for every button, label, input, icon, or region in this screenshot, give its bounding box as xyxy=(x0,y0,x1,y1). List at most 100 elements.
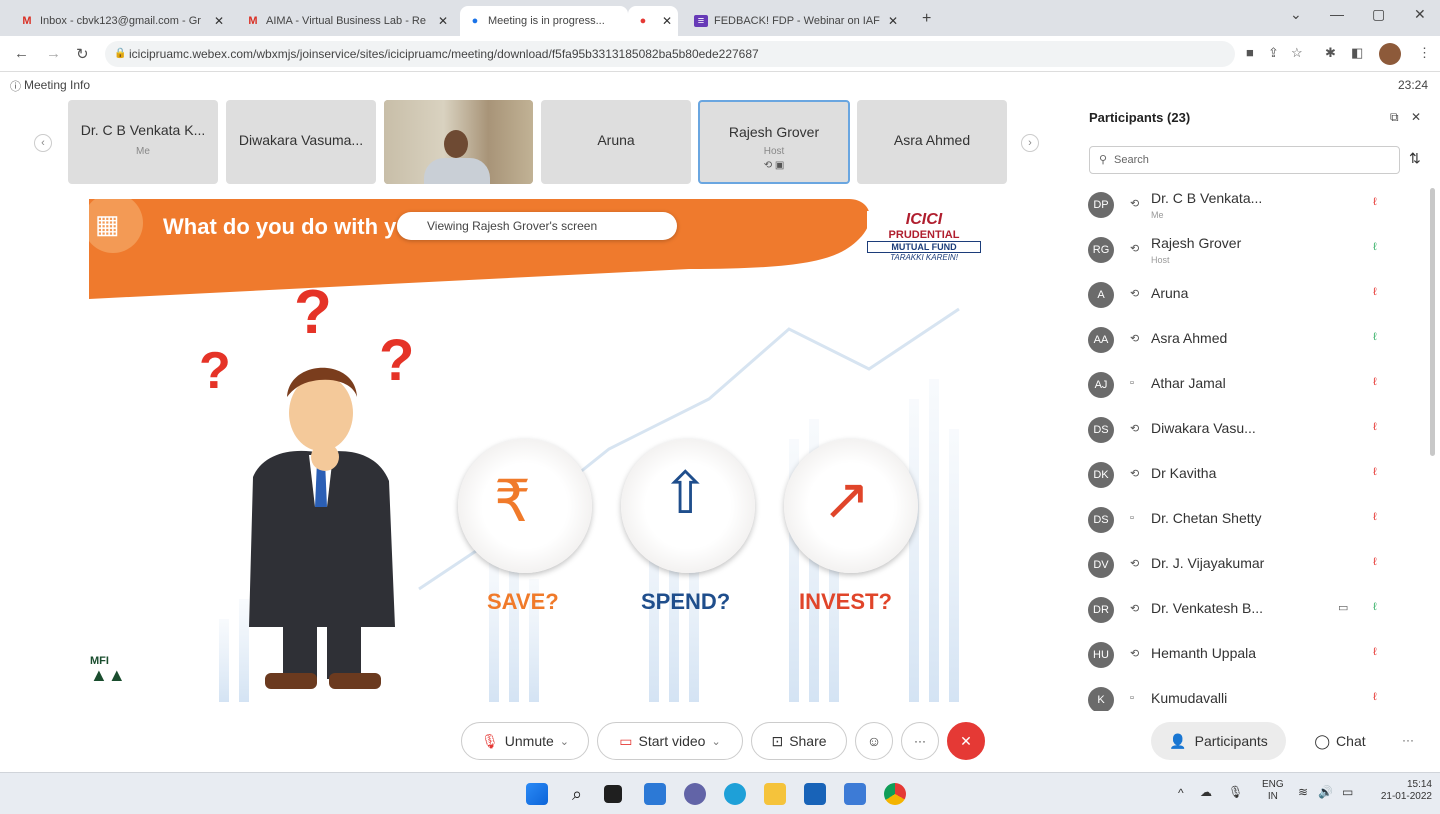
chrome-icon[interactable] xyxy=(884,783,906,805)
start-video-button[interactable]: ▭ Start video ⌄ xyxy=(597,722,743,760)
chevron-down-icon[interactable]: ⌄ xyxy=(711,735,720,748)
mic-muted-icon[interactable]: ℓ xyxy=(1373,556,1381,570)
participant-row[interactable]: DK ⟲ Dr Kavitha ℓ xyxy=(1088,454,1388,494)
url-field[interactable]: 🔒 icicipruamc.webex.com/wbxmjs/joinservi… xyxy=(105,41,1235,67)
strip-prev-icon[interactable]: ‹ xyxy=(34,134,52,152)
participant-row[interactable]: AA ⟲ Asra Ahmed ℓ xyxy=(1088,319,1388,359)
popout-icon[interactable]: ⧉ xyxy=(1390,110,1399,125)
extensions-icon[interactable]: ✱ xyxy=(1325,45,1336,61)
volume-icon[interactable]: 🔊 xyxy=(1318,785,1333,799)
video-tile[interactable]: Aruna xyxy=(541,100,691,184)
share-page-icon[interactable]: ⇪ xyxy=(1268,45,1279,61)
clock[interactable]: 15:14 21-01-2022 xyxy=(1372,779,1432,803)
ellipsis-icon[interactable]: ··· xyxy=(1402,733,1414,747)
participant-row[interactable]: AJ ▫ Athar Jamal ℓ xyxy=(1088,364,1388,404)
edge-icon[interactable] xyxy=(724,783,746,805)
mic-on-icon[interactable]: ℓ xyxy=(1373,331,1381,345)
mic-muted-icon[interactable]: ℓ xyxy=(1373,646,1381,660)
language-indicator[interactable]: ENG IN xyxy=(1262,779,1284,803)
close-icon[interactable]: ✕ xyxy=(438,14,448,28)
mic-muted-icon[interactable]: ℓ xyxy=(1373,466,1381,480)
info-icon[interactable]: ⓘ xyxy=(10,78,21,94)
participant-row[interactable]: RG ⟲ Rajesh Grover Host ℓ xyxy=(1088,229,1388,269)
chevron-down-icon[interactable]: ⌄ xyxy=(1290,6,1302,23)
reactions-button[interactable]: ☺ xyxy=(855,722,893,760)
tab-meeting[interactable]: ● Meeting is in progress... xyxy=(460,6,628,36)
mic-muted-icon[interactable]: ℓ xyxy=(1373,376,1381,390)
lang-line2: IN xyxy=(1267,791,1278,802)
wifi-icon[interactable]: ≋ xyxy=(1298,785,1308,799)
tab-feedback[interactable]: ≡ FEDBACK! FDP - Webinar on IAF ✕ xyxy=(686,6,906,36)
store-icon[interactable] xyxy=(804,783,826,805)
chevron-down-icon[interactable]: ⌄ xyxy=(560,735,569,748)
shared-screen: ▦ What do you do with yo Viewing Rajesh … xyxy=(89,199,985,702)
unmute-button[interactable]: 🎙 Unmute ⌄ xyxy=(461,722,589,760)
new-tab-icon[interactable]: + xyxy=(922,10,931,28)
avatar: DP xyxy=(1088,192,1114,218)
close-icon[interactable]: ✕ xyxy=(1411,110,1421,124)
sort-icon[interactable]: ⇅ xyxy=(1409,150,1421,167)
participant-row[interactable]: K ▫ Kumudavalli ℓ xyxy=(1088,679,1388,711)
mic-on-icon[interactable]: ℓ xyxy=(1373,601,1381,615)
mic-muted-icon[interactable]: ℓ xyxy=(1373,511,1381,525)
start-icon[interactable] xyxy=(526,783,548,805)
search-input[interactable]: ⚲ Search xyxy=(1089,146,1400,174)
participant-row[interactable]: DV ⟲ Dr. J. Vijayakumar ℓ xyxy=(1088,544,1388,584)
phone-status-icon: ▫ xyxy=(1130,512,1134,524)
more-options-button[interactable]: ··· xyxy=(901,722,939,760)
participant-row[interactable]: DR ⟲ Dr. Venkatesh B... ▭ ℓ xyxy=(1088,589,1388,629)
search-icon[interactable]: ⌕ xyxy=(566,783,588,805)
clock-time: 15:14 xyxy=(1406,779,1432,790)
video-tile-host[interactable]: Rajesh Grover Host ⟲ ▣ xyxy=(698,100,850,184)
video-tile[interactable]: Diwakara Vasuma... xyxy=(226,100,376,184)
back-icon[interactable]: ← xyxy=(14,45,29,62)
sharing-status-icon: ⟲ xyxy=(1130,333,1140,345)
meeting-info-link[interactable]: Meeting Info xyxy=(24,78,90,92)
minimize-icon[interactable]: — xyxy=(1330,6,1344,22)
video-tile-camera[interactable] xyxy=(384,100,533,184)
mic-tray-icon[interactable]: 🎙 xyxy=(1228,785,1243,799)
close-icon[interactable]: ✕ xyxy=(662,14,672,28)
widgets-icon[interactable] xyxy=(644,783,666,805)
avatar[interactable] xyxy=(1379,43,1401,65)
sidepanel-icon[interactable]: ◧ xyxy=(1351,45,1363,61)
leave-meeting-button[interactable]: ✕ xyxy=(947,722,985,760)
chat-tab-button[interactable]: ◯ Chat xyxy=(1300,722,1380,760)
participant-row[interactable]: HU ⟲ Hemanth Uppala ℓ xyxy=(1088,634,1388,674)
kebab-menu-icon[interactable]: ⋮ xyxy=(1418,45,1431,61)
mic-muted-icon[interactable]: ℓ xyxy=(1373,196,1381,210)
task-view-icon[interactable] xyxy=(604,785,622,803)
participant-row[interactable]: DS ▫ Dr. Chetan Shetty ℓ xyxy=(1088,499,1388,539)
mic-on-icon[interactable]: ℓ xyxy=(1373,241,1381,255)
participants-tab-button[interactable]: 👤 Participants xyxy=(1151,722,1286,760)
tab-inbox[interactable]: M Inbox - cbvk123@gmail.com - Gr ✕ xyxy=(12,6,232,36)
mic-muted-icon[interactable]: ℓ xyxy=(1373,286,1381,300)
mic-muted-icon[interactable]: ℓ xyxy=(1373,691,1381,705)
option-invest: INVEST? xyxy=(799,589,892,614)
teams-icon[interactable] xyxy=(684,783,706,805)
participant-row[interactable]: DS ⟲ Diwakara Vasu... ℓ xyxy=(1088,409,1388,449)
file-explorer-icon[interactable] xyxy=(764,783,786,805)
window-close-icon[interactable]: ✕ xyxy=(1414,6,1426,23)
camera-indicator-icon[interactable]: ■ xyxy=(1246,45,1254,60)
strip-next-icon[interactable]: › xyxy=(1021,134,1039,152)
forward-icon[interactable]: → xyxy=(46,45,61,62)
tab-aima[interactable]: M AIMA - Virtual Business Lab - Re ✕ xyxy=(238,6,456,36)
video-tile[interactable]: Asra Ahmed xyxy=(857,100,1007,184)
battery-icon[interactable]: ▭ xyxy=(1342,785,1353,799)
app-icon[interactable] xyxy=(844,783,866,805)
tray-chevron-icon[interactable]: ^ xyxy=(1178,786,1184,800)
participant-row[interactable]: A ⟲ Aruna ℓ xyxy=(1088,274,1388,314)
scrollbar[interactable] xyxy=(1430,188,1435,456)
star-icon[interactable]: ☆ xyxy=(1291,45,1303,61)
video-tile[interactable]: Dr. C B Venkata K... Me xyxy=(68,100,218,184)
cloud-icon[interactable]: ☁ xyxy=(1200,785,1212,799)
share-button[interactable]: ⊡ Share xyxy=(751,722,847,760)
reload-icon[interactable]: ↻ xyxy=(76,45,89,63)
close-icon[interactable]: ✕ xyxy=(888,14,898,28)
close-icon[interactable]: ✕ xyxy=(214,14,224,28)
maximize-icon[interactable]: ▢ xyxy=(1372,6,1385,23)
mic-muted-icon[interactable]: ℓ xyxy=(1373,421,1381,435)
tab-recording[interactable]: ● ✕ xyxy=(628,6,678,36)
participant-row[interactable]: DP ⟲ Dr. C B Venkata... Me ℓ xyxy=(1088,184,1388,224)
